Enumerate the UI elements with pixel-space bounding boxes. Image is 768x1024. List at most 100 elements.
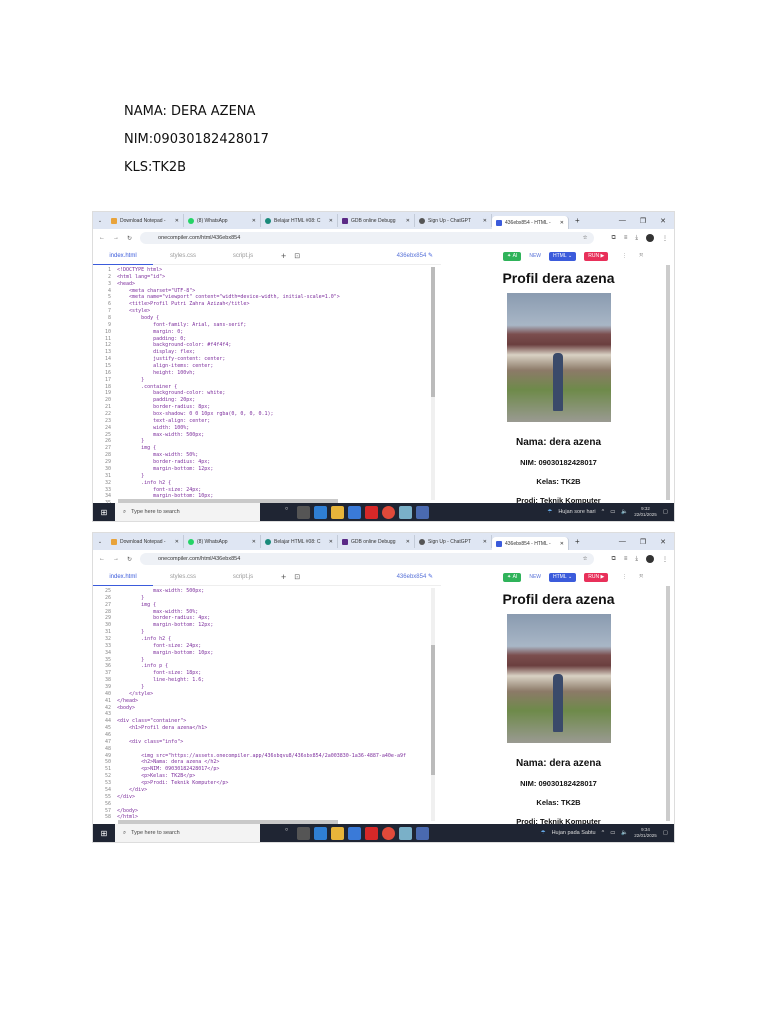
code-line[interactable]: 52 <p>Kelas: TK2B</p> bbox=[93, 773, 433, 780]
code-line[interactable]: 8 body { bbox=[93, 315, 433, 322]
chrome-icon[interactable] bbox=[382, 826, 395, 840]
code-line[interactable]: 27 img { bbox=[93, 602, 433, 609]
close-icon[interactable]: ✕ bbox=[252, 218, 256, 224]
code-line[interactable]: 33 font-size: 24px; bbox=[93, 487, 433, 494]
code-line[interactable]: 50 <h2>Nama: dera azena </h2> bbox=[93, 759, 433, 766]
tab-search-icon[interactable]: ⌄ bbox=[93, 539, 107, 545]
code-line[interactable]: 42 <body> bbox=[93, 705, 433, 712]
code-line[interactable]: 14 justify-content: center; bbox=[93, 356, 433, 363]
code-line[interactable]: 40 </style> bbox=[93, 691, 433, 698]
code-line[interactable]: 29 border-radius: 4px; bbox=[93, 615, 433, 622]
code-line[interactable]: 32 .info h2 { bbox=[93, 480, 433, 487]
close-window-icon[interactable]: ✕ bbox=[660, 217, 666, 225]
browser-tab-active[interactable]: 436ebx854 - HTML - ✕ bbox=[492, 537, 569, 550]
code-line[interactable]: 51 <p>NIM: 09030182428017</p> bbox=[93, 766, 433, 773]
file-tab-styles[interactable]: styles.css bbox=[153, 574, 213, 580]
task-view-icon[interactable] bbox=[297, 505, 310, 519]
editor-vertical-scrollbar[interactable] bbox=[431, 588, 435, 821]
code-line[interactable]: 57 </body> bbox=[93, 808, 433, 815]
close-icon[interactable]: ✕ bbox=[406, 218, 410, 224]
close-icon[interactable]: ✕ bbox=[483, 539, 487, 545]
battery-icon[interactable]: ▭ bbox=[610, 830, 615, 836]
code-line[interactable]: 34 margin-bottom: 10px; bbox=[93, 650, 433, 657]
code-line[interactable]: 4 <meta charset="UTF-8"> bbox=[93, 288, 433, 295]
language-select[interactable]: HTML ⌄ bbox=[549, 251, 577, 261]
menu-icon[interactable]: ⋮ bbox=[662, 556, 668, 563]
youtube-icon[interactable] bbox=[365, 505, 378, 519]
notepad-icon[interactable] bbox=[399, 826, 412, 840]
code-line[interactable]: 38 line-height: 1.6; bbox=[93, 677, 433, 684]
store-icon[interactable] bbox=[348, 505, 361, 519]
reading-list-icon[interactable]: ≡ bbox=[624, 556, 628, 562]
browser-tab[interactable]: (8) WhatsApp ✕ bbox=[184, 535, 261, 548]
code-line[interactable]: 1 <!DOCTYPE html> bbox=[93, 267, 433, 274]
forward-icon[interactable]: → bbox=[113, 556, 119, 562]
upload-file-icon[interactable]: ⊡ bbox=[294, 252, 300, 260]
code-line[interactable]: 48 bbox=[93, 746, 433, 753]
code-line[interactable]: 27 img { bbox=[93, 445, 433, 452]
language-select[interactable]: HTML ⌄ bbox=[549, 572, 577, 582]
code-editor[interactable]: 25 max-width: 500px; 26 } 27 img {28 max-w… bbox=[93, 588, 433, 826]
tray-chevron-icon[interactable]: ^ bbox=[602, 509, 605, 515]
close-icon[interactable]: ✕ bbox=[329, 539, 333, 545]
close-window-icon[interactable]: ✕ bbox=[660, 538, 666, 546]
forward-icon[interactable]: → bbox=[113, 235, 119, 241]
code-line[interactable]: 26 } bbox=[93, 595, 433, 602]
close-icon[interactable]: ✕ bbox=[175, 218, 179, 224]
browser-tab[interactable]: Belajar HTML #08: C ✕ bbox=[261, 214, 338, 227]
download-icon[interactable]: ⤓ bbox=[635, 235, 638, 242]
battery-icon[interactable]: ▭ bbox=[610, 509, 615, 515]
notification-icon[interactable]: ▢ bbox=[663, 509, 668, 515]
minimize-icon[interactable]: — bbox=[619, 538, 626, 546]
avatar[interactable] bbox=[646, 234, 654, 242]
cortana-icon[interactable]: ○ bbox=[280, 827, 293, 840]
extensions-icon[interactable]: ⧉ bbox=[612, 556, 616, 563]
url-field[interactable]: onecompiler.com/html/436ebx854 ☆ bbox=[140, 232, 594, 244]
new-button[interactable]: NEW bbox=[529, 253, 541, 259]
star-icon[interactable]: ☆ bbox=[583, 556, 594, 562]
code-line[interactable]: 17 } bbox=[93, 377, 433, 384]
code-line[interactable]: 37 font-size: 18px; bbox=[93, 670, 433, 677]
file-explorer-icon[interactable] bbox=[331, 826, 344, 840]
code-line[interactable]: 49 <img src="https://assets.onecompiler.… bbox=[93, 753, 433, 760]
code-line[interactable]: 25 max-width: 500px; bbox=[93, 432, 433, 439]
close-icon[interactable]: ✕ bbox=[560, 220, 564, 226]
browser-tab[interactable]: Download Notepad - ✕ bbox=[107, 214, 184, 227]
star-icon[interactable]: ☆ bbox=[583, 235, 594, 241]
code-line[interactable]: 3 <head> bbox=[93, 281, 433, 288]
code-line[interactable]: 5 <meta name="viewport" content="width=d… bbox=[93, 294, 433, 301]
code-line[interactable]: 11 padding: 0; bbox=[93, 336, 433, 343]
code-line[interactable]: 47 <div class="info"> bbox=[93, 739, 433, 746]
code-line[interactable]: 30 margin-bottom: 12px; bbox=[93, 622, 433, 629]
add-file-icon[interactable]: + bbox=[273, 251, 294, 261]
task-view-icon[interactable] bbox=[297, 826, 310, 840]
scrollbar-thumb[interactable] bbox=[431, 644, 435, 775]
file-tab-styles[interactable]: styles.css bbox=[153, 253, 213, 259]
edit-icon[interactable]: ✎ bbox=[428, 574, 433, 580]
code-line[interactable]: 19 background-color: white; bbox=[93, 390, 433, 397]
volume-icon[interactable]: 🔈 bbox=[621, 830, 628, 836]
ai-button[interactable]: ✦ AI bbox=[503, 251, 522, 261]
back-icon[interactable]: ← bbox=[99, 235, 105, 241]
browser-tab[interactable]: Sign Up - ChatGPT ✕ bbox=[415, 535, 492, 548]
notification-icon[interactable]: ▢ bbox=[663, 830, 668, 836]
code-editor[interactable]: 1 <!DOCTYPE html> 2 <html lang="id"> 3 <head>… bbox=[93, 267, 433, 505]
code-line[interactable]: 24 width: 100%; bbox=[93, 425, 433, 432]
project-id[interactable]: 436ebx854 ✎ bbox=[397, 573, 441, 580]
close-icon[interactable]: ✕ bbox=[175, 539, 179, 545]
code-line[interactable]: 26 } bbox=[93, 438, 433, 445]
new-button[interactable]: NEW bbox=[529, 574, 541, 580]
run-button[interactable]: RUN ▶ bbox=[584, 572, 609, 582]
preview-scrollbar[interactable] bbox=[666, 265, 670, 500]
code-line[interactable]: 33 font-size: 24px; bbox=[93, 643, 433, 650]
restore-icon[interactable]: ❐ bbox=[640, 217, 646, 225]
code-line[interactable]: 44 <div class="container"> bbox=[93, 718, 433, 725]
taskbar-clock[interactable]: 9:32 22/01/2025 bbox=[634, 506, 657, 518]
new-tab-button[interactable]: + bbox=[569, 216, 580, 225]
add-file-icon[interactable]: + bbox=[273, 572, 294, 582]
code-line[interactable]: 28 max-width: 50%; bbox=[93, 452, 433, 459]
code-line[interactable]: 35 } bbox=[93, 657, 433, 664]
app-icon[interactable] bbox=[416, 826, 429, 840]
code-line[interactable]: 20 padding: 20px; bbox=[93, 397, 433, 404]
volume-icon[interactable]: 🔈 bbox=[621, 509, 628, 515]
